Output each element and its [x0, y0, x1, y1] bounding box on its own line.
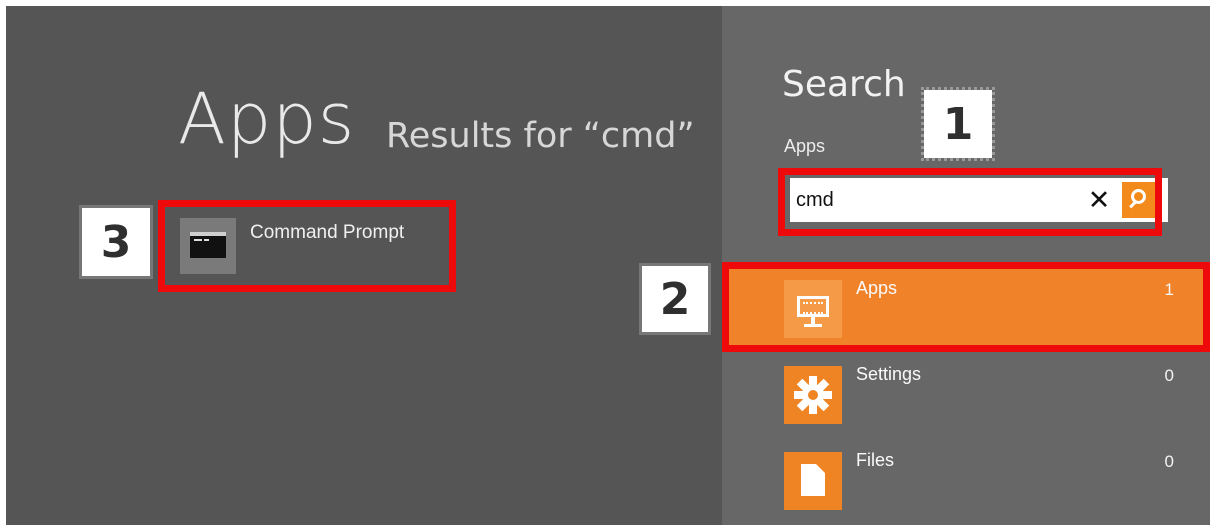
page-title: Apps [178, 78, 356, 160]
callout-number-2: 2 [639, 263, 711, 335]
filter-count: 0 [1164, 452, 1174, 471]
gear-icon [784, 366, 842, 424]
callout-number-3: 3 [79, 205, 153, 279]
search-scope-label: Apps [784, 136, 826, 156]
filter-label: Settings [856, 364, 922, 384]
highlight-command-prompt [158, 200, 456, 292]
filter-settings[interactable]: Settings 0 [722, 350, 1210, 436]
filter-count: 0 [1164, 366, 1174, 385]
filter-files[interactable]: Files 0 [722, 436, 1210, 522]
filter-label: Files [856, 450, 895, 470]
highlight-search-box [778, 168, 1162, 236]
results-query-label: Results for “cmd” [386, 116, 695, 156]
callout-number-1: 1 [921, 87, 995, 161]
document-icon [784, 452, 842, 510]
highlight-apps-filter [722, 262, 1210, 352]
search-title: Search [782, 64, 906, 105]
